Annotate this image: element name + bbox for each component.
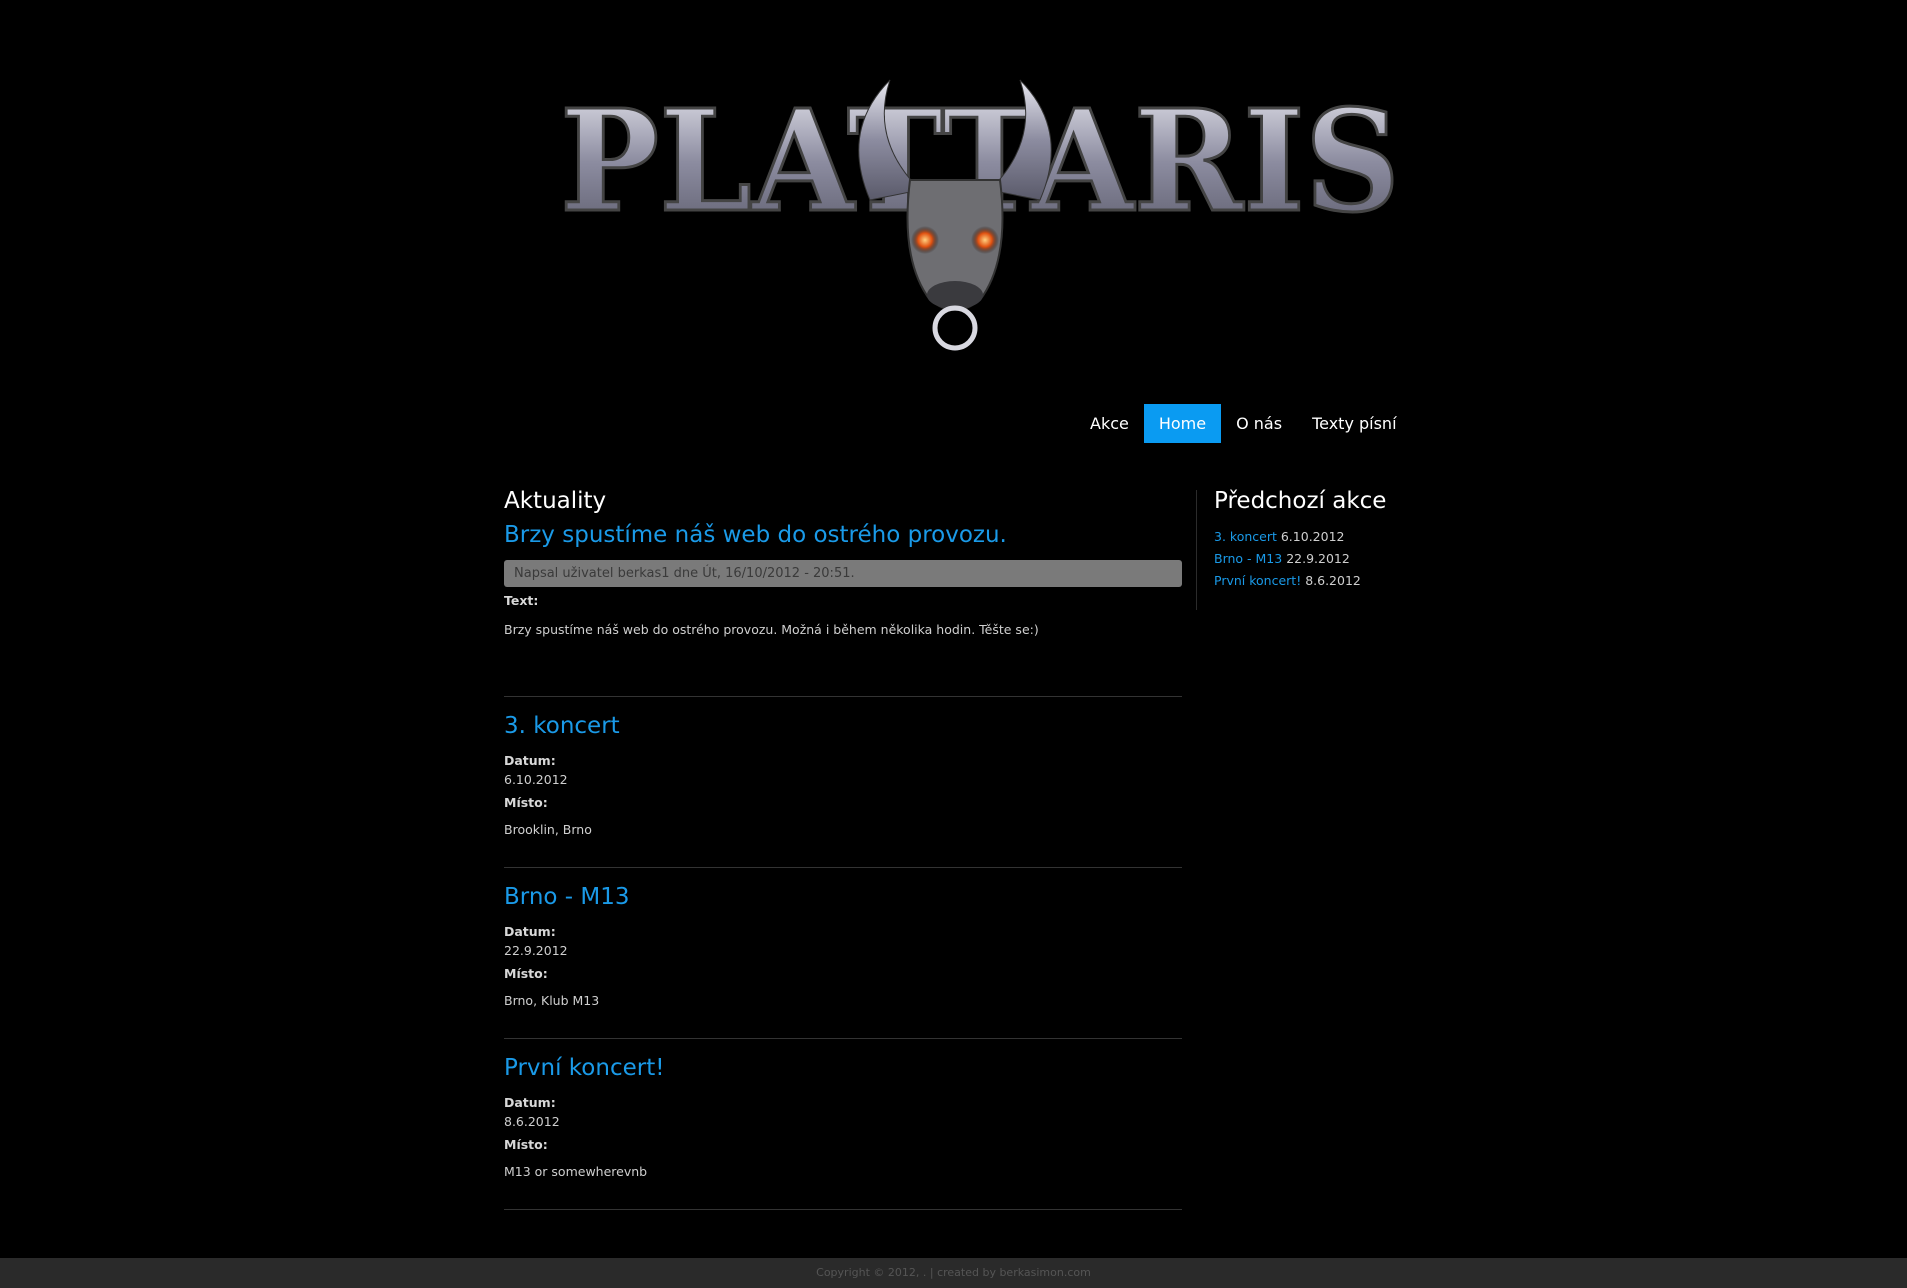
- nav-item-akce[interactable]: Akce: [1075, 404, 1144, 443]
- event-title-link[interactable]: Brno - M13: [504, 882, 1182, 912]
- sidebar-event-date: 6.10.2012: [1280, 529, 1345, 544]
- event-date: 6.10.2012: [504, 772, 568, 787]
- sidebar-item: 3. koncert 6.10.2012: [1214, 526, 1444, 548]
- event-place: Brno, Klub M13: [504, 993, 600, 1008]
- sidebar-event-link[interactable]: Brno - M13: [1214, 551, 1282, 566]
- sidebar-item: Brno - M13 22.9.2012: [1214, 548, 1444, 570]
- nav-item-o-nas[interactable]: O nás: [1221, 404, 1297, 443]
- event-item: 3. koncert Datum: 6.10.2012 Místo: Brook…: [504, 697, 1182, 867]
- post-text-label: Text:: [504, 593, 539, 608]
- site-logo[interactable]: PLATTARIS: [540, 60, 1420, 370]
- sidebar-event-link[interactable]: První koncert!: [1214, 573, 1301, 588]
- event-place-label: Místo:: [504, 1137, 548, 1152]
- sidebar-event-link[interactable]: 3. koncert: [1214, 529, 1277, 544]
- event-date: 22.9.2012: [504, 943, 568, 958]
- event-date: 8.6.2012: [504, 1114, 560, 1129]
- event-item: První koncert! Datum: 8.6.2012 Místo: M1…: [504, 1039, 1182, 1209]
- post-submitted-info: Napsal uživatel berkas1 dne Út, 16/10/20…: [504, 560, 1182, 587]
- post-body: Brzy spustíme náš web do ostrého provozu…: [504, 622, 1039, 637]
- page-title: Aktuality: [504, 488, 607, 514]
- main-content: Aktuality Brzy spustíme náš web do ostré…: [504, 486, 1182, 1210]
- sidebar-item: První koncert! 8.6.2012: [1214, 570, 1444, 592]
- event-title-link[interactable]: První koncert!: [504, 1053, 1182, 1083]
- event-place: Brooklin, Brno: [504, 822, 592, 837]
- event-date-label: Datum:: [504, 753, 556, 768]
- event-place-label: Místo:: [504, 795, 548, 810]
- sidebar-event-date: 8.6.2012: [1305, 573, 1361, 588]
- footer-copyright: Copyright © 2012, . | created by berkasi…: [816, 1266, 1091, 1279]
- divider: [504, 1209, 1182, 1210]
- event-place: M13 or somewherevnb: [504, 1164, 648, 1179]
- event-place-label: Místo:: [504, 966, 548, 981]
- sidebar-title: Předchozí akce: [1214, 488, 1387, 514]
- nav-item-texty-pisni[interactable]: Texty písní: [1297, 404, 1411, 443]
- sidebar-previous-events: Předchozí akce 3. koncert 6.10.2012 Brno…: [1196, 488, 1444, 610]
- event-title-link[interactable]: 3. koncert: [504, 711, 1182, 741]
- event-item: Brno - M13 Datum: 22.9.2012 Místo: Brno,…: [504, 868, 1182, 1038]
- footer: Copyright © 2012, . | created by berkasi…: [0, 1258, 1907, 1288]
- bull-logo-icon: PLATTARIS: [559, 79, 1402, 351]
- main-navigation: Akce Home O nás Texty písní: [1075, 404, 1412, 443]
- event-date-label: Datum:: [504, 1095, 556, 1110]
- sidebar-event-date: 22.9.2012: [1286, 551, 1350, 566]
- event-date-label: Datum:: [504, 924, 556, 939]
- post-title-link[interactable]: Brzy spustíme náš web do ostrého provozu…: [504, 520, 1182, 550]
- nav-item-home[interactable]: Home: [1143, 404, 1222, 443]
